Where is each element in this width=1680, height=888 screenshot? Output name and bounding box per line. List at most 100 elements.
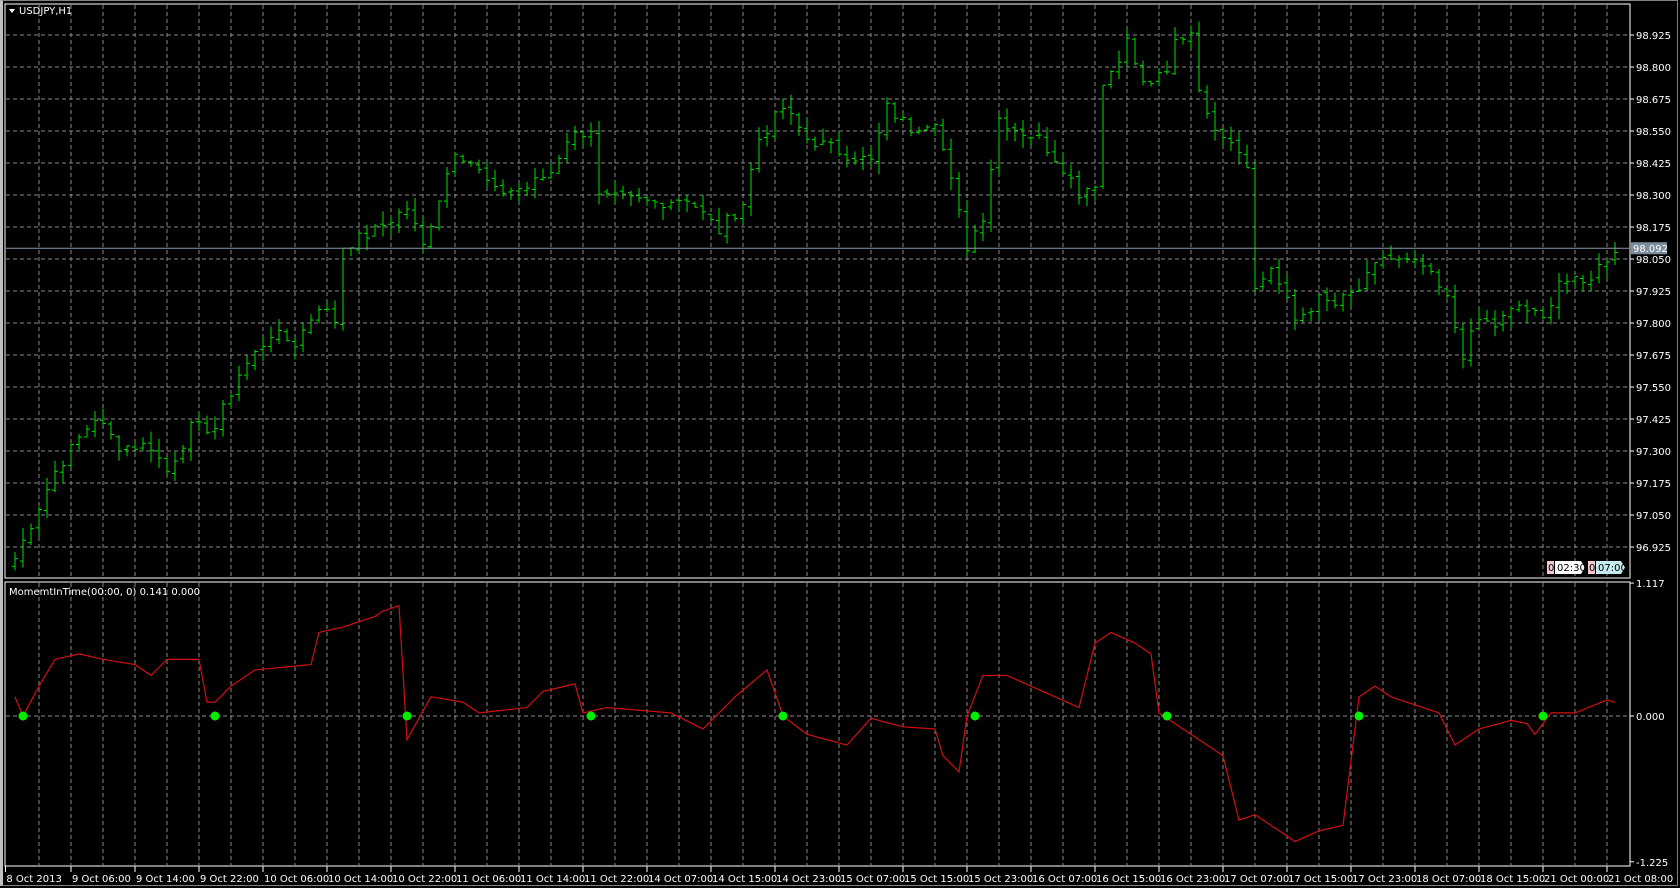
price-bar bbox=[684, 194, 690, 212]
indicator-panel-border bbox=[4, 581, 1631, 867]
price-bar bbox=[1196, 21, 1202, 93]
price-bar bbox=[1164, 60, 1170, 75]
price-bar bbox=[1580, 275, 1586, 292]
price-axis-label: 98.550 bbox=[1636, 127, 1671, 138]
indicator-series bbox=[14, 604, 1616, 843]
price-bar bbox=[460, 154, 466, 163]
price-bar bbox=[548, 163, 554, 179]
price-axis-label: 98.300 bbox=[1636, 191, 1671, 202]
price-bar bbox=[764, 125, 770, 147]
price-bar bbox=[108, 421, 114, 440]
reset-dot bbox=[1162, 711, 1172, 721]
reset-dot bbox=[210, 711, 220, 721]
price-bar bbox=[244, 355, 250, 381]
trading-chart[interactable]: 98.925 98.800 98.675 98.550 98.425 98.300 98.1… bbox=[0, 0, 1680, 888]
reset-dot bbox=[402, 711, 412, 721]
price-axis-label: 97.050 bbox=[1636, 511, 1671, 522]
price-bar bbox=[612, 181, 618, 204]
time-axis-label: 16 Oct 07:00 bbox=[1032, 874, 1097, 885]
price-bar bbox=[260, 336, 266, 362]
time-axis-label: 18 Oct 15:00 bbox=[1480, 874, 1545, 885]
time-axis-label: 21 Oct 00:00 bbox=[1544, 874, 1609, 885]
price-bar bbox=[1612, 242, 1618, 265]
price-bar bbox=[540, 168, 546, 181]
price-bar bbox=[564, 132, 570, 163]
indicator-label: MomemtInTime(00:00, 0) 0.141 0.000 bbox=[9, 587, 200, 598]
price-bar bbox=[148, 431, 154, 463]
price-bar bbox=[1428, 262, 1434, 275]
price-bar bbox=[284, 328, 290, 342]
price-bar bbox=[124, 445, 130, 457]
price-bar bbox=[1372, 262, 1378, 285]
price-bar bbox=[292, 337, 298, 360]
price-bar bbox=[308, 314, 314, 335]
price-bar bbox=[1556, 272, 1562, 320]
price-bar bbox=[68, 443, 74, 468]
price-bar bbox=[1524, 299, 1530, 323]
price-axis-label: 98.800 bbox=[1636, 63, 1671, 74]
time-axis-label: 16 Oct 15:00 bbox=[1096, 874, 1161, 885]
price-bar bbox=[772, 110, 778, 141]
price-bar bbox=[300, 322, 306, 353]
indicator-axis-label: 0.000 bbox=[1636, 712, 1665, 723]
price-bar bbox=[964, 199, 970, 258]
price-bar bbox=[892, 101, 898, 123]
price-bar bbox=[444, 167, 450, 208]
price-bar bbox=[396, 208, 402, 234]
price-bar bbox=[1340, 292, 1346, 312]
price-bar bbox=[1476, 308, 1482, 331]
price-bar bbox=[1516, 300, 1522, 313]
price-bar bbox=[500, 179, 506, 197]
price-bar bbox=[644, 196, 650, 206]
price-bar bbox=[324, 301, 330, 313]
price-bar bbox=[556, 154, 562, 174]
price-bar bbox=[1316, 293, 1322, 322]
price-bar bbox=[44, 477, 50, 519]
dropdown-triangle-icon[interactable] bbox=[9, 9, 15, 13]
price-bar bbox=[1116, 50, 1122, 79]
time-axis-label: 9 Oct 06:00 bbox=[72, 874, 131, 885]
reset-dot bbox=[1538, 711, 1548, 721]
price-axis-label: 98.050 bbox=[1636, 255, 1671, 266]
price-bar bbox=[1276, 258, 1282, 294]
marker-count: 0 bbox=[1548, 563, 1554, 574]
time-axis-label: 14 Oct 15:00 bbox=[712, 874, 777, 885]
price-bar bbox=[1596, 253, 1602, 284]
price-bar bbox=[1132, 37, 1138, 66]
price-bar bbox=[1228, 126, 1234, 151]
price-bar bbox=[1484, 310, 1490, 322]
price-bar bbox=[1180, 37, 1186, 45]
price-bar bbox=[700, 194, 706, 221]
price-bar bbox=[668, 199, 674, 210]
grid bbox=[6, 5, 1629, 865]
time-axis-label: 9 Oct 22:00 bbox=[200, 874, 259, 885]
price-bar bbox=[740, 203, 746, 225]
price-bar bbox=[572, 125, 578, 151]
price-bar bbox=[716, 207, 722, 235]
price-bar bbox=[1236, 131, 1242, 165]
price-bar bbox=[1148, 80, 1154, 87]
price-bar bbox=[196, 411, 202, 432]
price-bar bbox=[916, 126, 922, 135]
price-bar bbox=[988, 159, 994, 232]
time-axis-label: 11 Oct 14:00 bbox=[520, 874, 585, 885]
price-bar bbox=[756, 127, 762, 173]
price-bar bbox=[636, 187, 642, 203]
reset-dot bbox=[778, 711, 788, 721]
time-axis-label: 17 Oct 15:00 bbox=[1288, 874, 1353, 885]
price-bar bbox=[1532, 308, 1538, 316]
price-bar bbox=[796, 112, 802, 136]
price-bar bbox=[92, 410, 98, 438]
price-axis-label: 97.800 bbox=[1636, 319, 1671, 330]
price-bar bbox=[1092, 185, 1098, 201]
price-bar bbox=[1308, 307, 1314, 322]
price-axis-label: 98.425 bbox=[1636, 159, 1671, 170]
price-bar bbox=[1044, 127, 1050, 157]
price-bar bbox=[84, 424, 90, 438]
price-axis-label: 98.675 bbox=[1636, 95, 1671, 106]
price-bar bbox=[1548, 297, 1554, 325]
price-bar bbox=[660, 202, 666, 221]
price-bar bbox=[852, 151, 858, 165]
price-bar bbox=[948, 138, 954, 191]
price-bar bbox=[1268, 266, 1274, 285]
